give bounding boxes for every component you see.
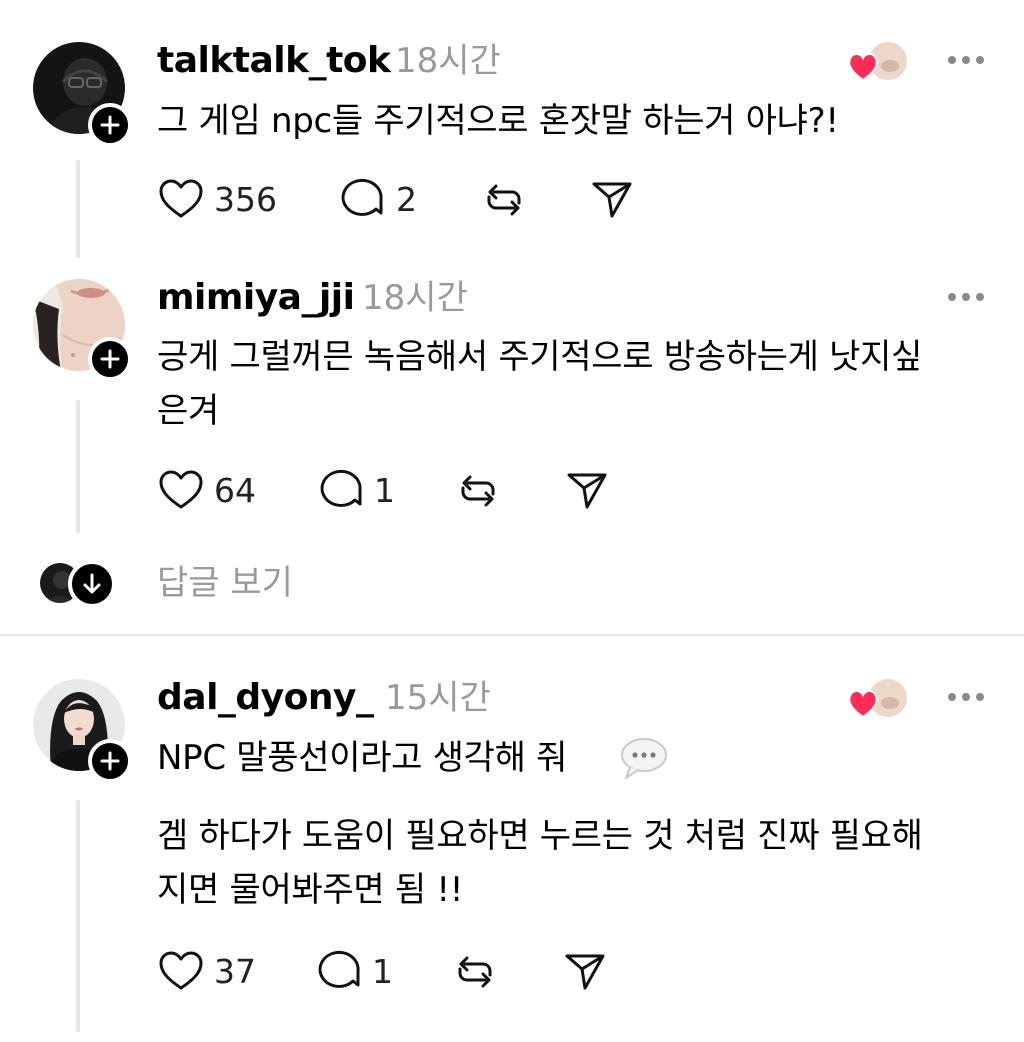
username[interactable]: dal_dyony_ [157,676,374,720]
reply-count: 1 [372,952,393,991]
view-replies-label[interactable]: 답글 보기 [157,560,293,606]
comment-text: NPC 말풍선이라고 생각해 줘 [157,738,568,778]
more-icon[interactable] [946,290,986,304]
comment-icon[interactable] [320,468,366,512]
arrow-down-icon [83,573,101,594]
expand-button[interactable] [68,560,116,608]
reply-count: 2 [396,180,417,219]
timestamp: 18시간 [395,41,501,81]
heart-icon[interactable] [158,469,204,511]
speech-bubble-emoji [621,738,667,779]
more-icon[interactable] [946,53,986,67]
share-icon[interactable] [590,178,634,222]
comment-icon[interactable] [341,177,387,221]
comment-text: 은겨 [157,391,219,431]
reply-count: 1 [374,471,395,510]
username[interactable]: mimiya_jji [157,276,355,320]
follow-button[interactable] [88,739,132,783]
author-liked-indicator [846,677,912,727]
follow-button[interactable] [88,103,132,147]
plus-icon [100,115,120,135]
heart-icon [848,690,878,719]
username[interactable]: talktalk_tok [157,39,391,83]
heart-icon [848,53,878,82]
like-count: 356 [214,180,277,219]
share-icon[interactable] [563,950,607,994]
like-count: 64 [214,471,256,510]
comment-icon[interactable] [318,949,364,993]
repost-icon[interactable] [453,950,497,994]
follow-button[interactable] [88,337,132,381]
like-count: 37 [214,952,256,991]
thread-line [76,400,80,533]
author-liked-indicator [846,40,912,90]
plus-icon [100,751,120,771]
plus-icon [100,349,120,369]
heart-icon[interactable] [158,178,204,220]
more-icon[interactable] [946,690,986,704]
share-icon[interactable] [565,469,609,513]
comment-text: 겜 하다가 도움이 필요하면 누르는 것 처럼 진짜 필요해 [157,816,923,856]
comment-text: 지면 물어봐주면 됨 !! [157,870,464,910]
timestamp: 15시간 [385,678,491,718]
comment-text: 긍게 그럴꺼믄 녹음해서 주기적으로 방송하는게 낫지싶 [157,337,923,377]
repost-icon[interactable] [482,178,526,222]
thread-line [76,800,80,1032]
thread-line [76,160,80,258]
divider [0,634,1024,636]
timestamp: 18시간 [362,278,468,318]
heart-icon[interactable] [158,950,204,992]
repost-icon[interactable] [456,469,500,513]
comment-text: 그 게임 npc들 주기적으로 혼잣말 하는거 아냐?! [157,101,839,141]
